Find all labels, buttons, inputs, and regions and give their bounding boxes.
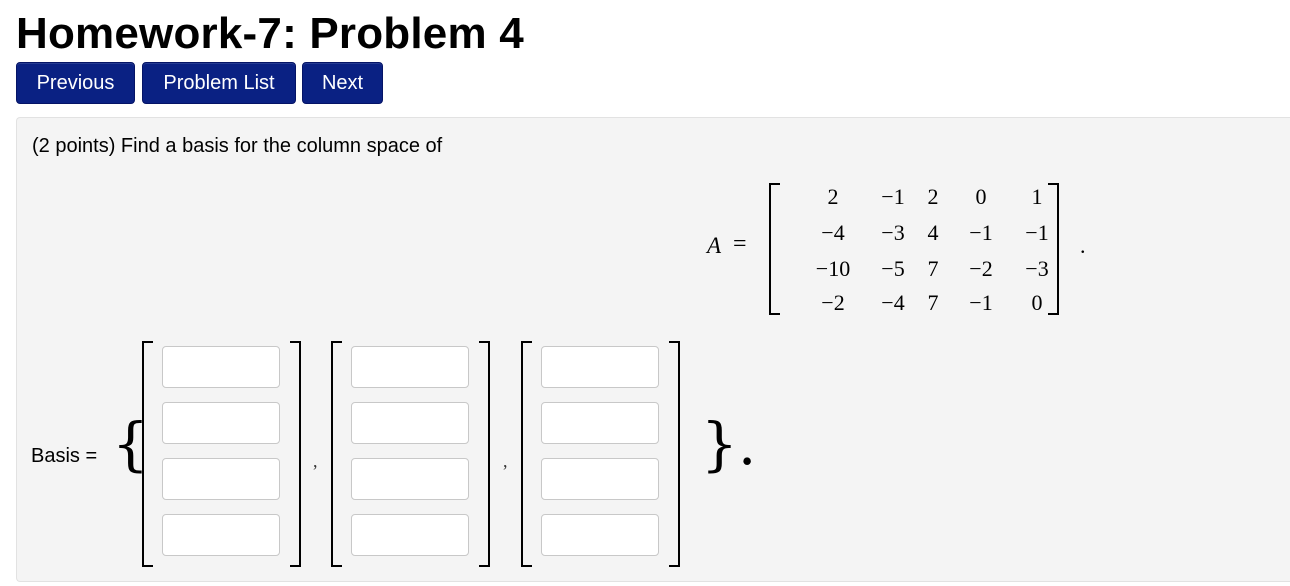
vector-separator: , [313, 451, 318, 471]
vector-left-bracket [521, 341, 532, 567]
basis-vector [331, 341, 496, 567]
vector-right-bracket [669, 341, 680, 567]
vector-left-bracket [331, 341, 342, 567]
matrix-entry: −10 [815, 256, 851, 281]
vector-left-bracket [142, 341, 153, 567]
problem-panel: (2 points) Find a basis for the column s… [16, 117, 1290, 582]
matrix-entry: −1 [969, 290, 993, 315]
matrix-name: A [707, 233, 722, 258]
right-brace: }. [701, 410, 757, 478]
vector-right-bracket [290, 341, 301, 567]
equals-sign: = [733, 231, 747, 257]
matrix-entry: 0 [975, 184, 987, 209]
answer-input[interactable] [162, 514, 280, 556]
basis-vector [521, 341, 686, 567]
page-title: Homework-7: Problem 4 [16, 9, 524, 58]
basis-vector [142, 341, 307, 567]
answer-input[interactable] [541, 514, 659, 556]
page: Homework-7: Problem 4 Previous Problem L… [0, 0, 1290, 586]
answer-input[interactable] [351, 402, 469, 444]
answer-input[interactable] [162, 458, 280, 500]
matrix-left-bracket [769, 183, 780, 315]
answer-input[interactable] [351, 346, 469, 388]
problem-statement: (2 points) Find a basis for the column s… [32, 135, 443, 157]
problem-list-button[interactable]: Problem List [142, 62, 296, 104]
matrix-entry: 2 [827, 184, 839, 209]
matrix-entry: −1 [969, 220, 993, 245]
answer-input[interactable] [541, 402, 659, 444]
basis-label: Basis = [31, 445, 98, 467]
answer-input[interactable] [541, 458, 659, 500]
matrix-equation: A = 2 −1 2 0 1 −4 −3 4 −1 −1 −10 −5 7 −2 −3 −2 −4 7 −1 0 . [707, 183, 1107, 323]
answer-input[interactable] [351, 458, 469, 500]
vector-right-bracket [479, 341, 490, 567]
matrix-entry: −4 [821, 220, 845, 245]
answer-input[interactable] [541, 346, 659, 388]
next-button[interactable]: Next [302, 62, 383, 104]
answer-input[interactable] [162, 346, 280, 388]
previous-button[interactable]: Previous [16, 62, 135, 104]
answer-input[interactable] [162, 402, 280, 444]
matrix-right-bracket [1048, 183, 1059, 315]
vector-separator: , [503, 451, 508, 471]
matrix-entry: −2 [969, 256, 993, 281]
matrix-entry: −2 [821, 290, 845, 315]
matrix-period: . [1080, 233, 1086, 258]
answer-input[interactable] [351, 514, 469, 556]
